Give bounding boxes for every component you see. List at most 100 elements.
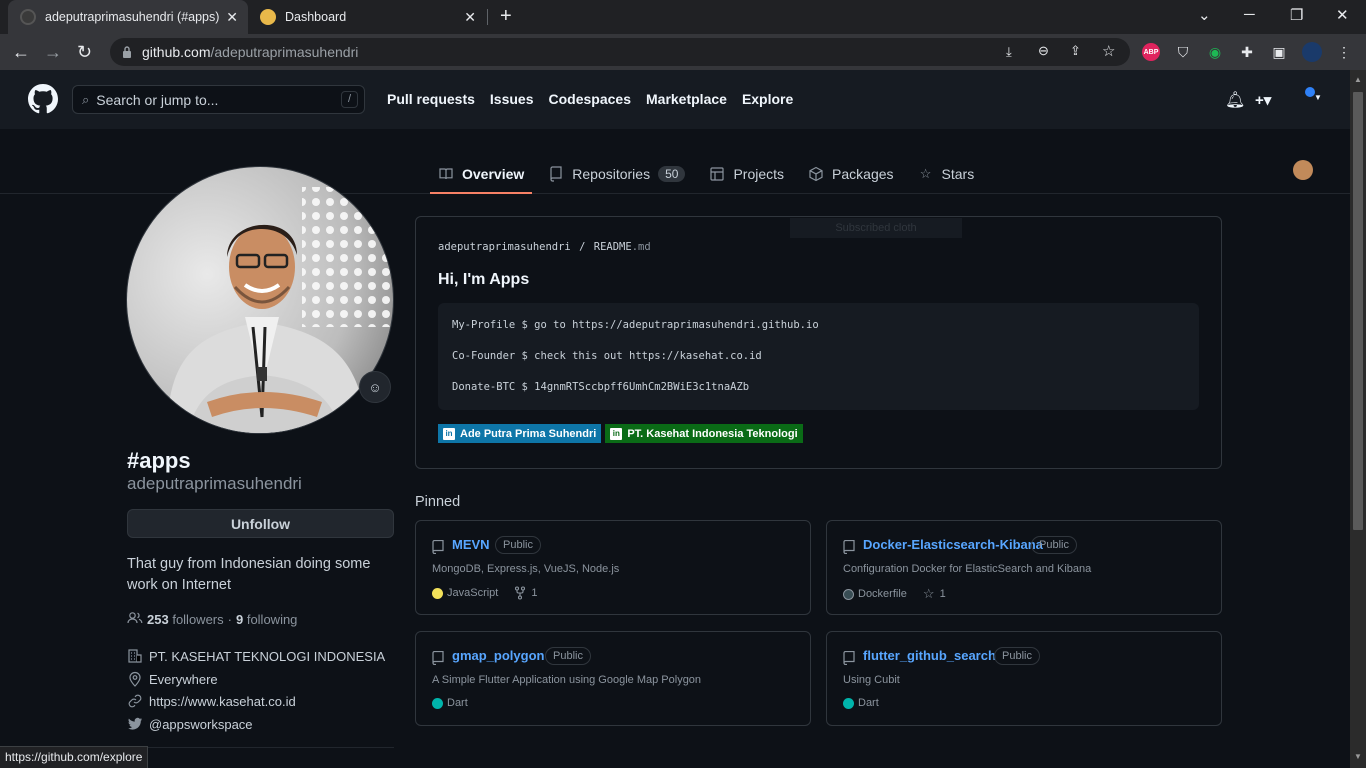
linkedin-icon: in	[443, 427, 455, 440]
organization-icon	[127, 648, 143, 664]
nav-explore[interactable]: Explore	[742, 91, 793, 107]
twitter-link[interactable]: @appsworkspace	[149, 717, 253, 732]
repo-language: JavaScript	[447, 587, 499, 599]
tab-label: Repositories	[572, 166, 651, 182]
following-link[interactable]: 9 following	[236, 612, 297, 627]
browser-tab-active[interactable]: adeputraprimasuhendri (#apps) ✕	[8, 0, 248, 34]
tab-projects[interactable]: Projects	[701, 155, 792, 193]
close-tab-icon[interactable]: ✕	[226, 9, 238, 26]
readme-file-link[interactable]: README.md	[594, 241, 651, 253]
visibility-badge: Public	[994, 647, 1040, 665]
repo-meta: Dockerfile ☆ 1	[843, 586, 946, 602]
profile-avatar-photo[interactable]	[126, 166, 394, 434]
profile-login: adeputraprimasuhendri	[127, 474, 302, 493]
tab-stars[interactable]: ☆ Stars	[910, 155, 983, 193]
pinned-repo-card: flutter_github_search Public Using Cubit…	[826, 631, 1222, 726]
repo-language: Dockerfile	[858, 588, 907, 600]
visibility-badge: Public	[495, 536, 541, 554]
page-scrollbar[interactable]: ▲ ▼	[1350, 70, 1366, 768]
user-menu-avatar[interactable]	[1293, 160, 1313, 180]
back-icon[interactable]: ←	[12, 42, 30, 63]
browser-tab[interactable]: Dashboard ✕	[248, 0, 488, 34]
github-logo-icon[interactable]	[28, 84, 58, 114]
puzzle-icon[interactable]: ✚	[1237, 42, 1257, 62]
scroll-up-icon[interactable]: ▲	[1354, 75, 1362, 84]
plus-dropdown-icon[interactable]: +▾	[1255, 91, 1271, 109]
scroll-down-icon[interactable]: ▼	[1354, 752, 1362, 761]
sidebar-divider	[127, 747, 394, 748]
close-tab-icon[interactable]: ✕	[464, 9, 476, 26]
twitter-icon	[127, 716, 143, 732]
profile-photo-image	[127, 167, 393, 433]
repo-icon	[843, 540, 855, 554]
readme-owner-link[interactable]: adeputraprimasuhendri	[438, 241, 571, 253]
address-host: github.com	[142, 44, 211, 60]
linkedin-icon: in	[610, 427, 623, 440]
forward-icon[interactable]: →	[44, 42, 62, 63]
code-line: Co-Founder $ check this out https://kase…	[452, 350, 762, 362]
vcard-location: Everywhere	[127, 671, 218, 687]
vcard-company: PT. KASEHAT TEKNOLOGI INDONESIA	[127, 648, 385, 664]
restore-icon[interactable]: ❐	[1290, 6, 1303, 24]
vcard-twitter: @appsworkspace	[127, 716, 253, 732]
zoom-icon[interactable]: ⊖	[1038, 43, 1049, 59]
nav-codespaces[interactable]: Codespaces	[549, 91, 631, 107]
lock-icon	[123, 46, 131, 58]
vpn-icon[interactable]: ◉	[1205, 42, 1225, 62]
shield-icon[interactable]: ⛉	[1173, 42, 1193, 62]
follow-stats: 253 followers · 9 following	[127, 611, 297, 628]
repo-meta: JavaScript 1	[432, 586, 537, 600]
close-window-icon[interactable]: ✕	[1336, 6, 1349, 24]
badge-text: Ade Putra Prima Suhendri	[460, 427, 597, 440]
location-icon	[127, 671, 143, 687]
chevron-down-icon[interactable]: ▼	[1314, 93, 1322, 102]
bookmark-star-icon[interactable]: ☆	[1102, 42, 1115, 60]
repo-name-link[interactable]: MEVN	[452, 537, 490, 552]
profile-name: #apps	[127, 448, 191, 473]
abp-icon[interactable]: ABP	[1142, 43, 1160, 61]
star-count: 1	[939, 588, 946, 600]
tab-repositories[interactable]: Repositories 50	[540, 155, 693, 193]
tab-search-icon[interactable]: ⌄	[1198, 6, 1211, 24]
search-input[interactable]: ⌕ Search or jump to... /	[72, 85, 365, 114]
code-line: Donate-BTC $ 14gnmRTSccbpff6UmhCm2BWiE3c…	[452, 381, 750, 393]
install-icon[interactable]: ⤓	[1006, 44, 1012, 60]
nav-issues[interactable]: Issues	[490, 91, 534, 107]
pinned-repo-card: MEVN Public MongoDB, Express.js, VueJS, …	[415, 520, 811, 615]
repo-description: Using Cubit	[843, 674, 900, 686]
side-panel-icon[interactable]: ▣	[1269, 42, 1289, 62]
repo-language: Dart	[858, 697, 879, 709]
menu-kebab-icon[interactable]: ⋮	[1334, 42, 1354, 62]
scrollbar-thumb[interactable]	[1353, 92, 1363, 530]
pinned-heading: Pinned	[415, 494, 461, 510]
unfollow-button[interactable]: Unfollow	[127, 509, 394, 538]
new-tab-icon[interactable]: +	[500, 5, 512, 28]
fork-icon	[515, 586, 526, 600]
address-bar[interactable]: github.com/adeputraprimasuhendri ⤓ ⊖ ⇪ ☆	[110, 38, 1130, 66]
stars-link[interactable]: ☆ 1	[923, 586, 946, 602]
linkedin-badge-personal[interactable]: in Ade Putra Prima Suhendri	[438, 424, 602, 443]
profile-avatar[interactable]	[1302, 42, 1322, 62]
readme-file-name: README	[593, 241, 632, 253]
package-icon	[808, 166, 824, 182]
minimize-icon[interactable]: ─	[1244, 6, 1255, 23]
link-status-bar: https://github.com/explore	[0, 746, 149, 768]
tab-label: Projects	[733, 166, 785, 182]
linkedin-badge-company[interactable]: in PT. Kasehat Indonesia Teknologi	[605, 424, 803, 443]
nav-marketplace[interactable]: Marketplace	[646, 91, 727, 107]
repo-name-link[interactable]: Docker-Elasticsearch-Kibana	[863, 537, 1043, 552]
tab-packages[interactable]: Packages	[800, 155, 901, 193]
followers-link[interactable]: 253 followers	[147, 612, 224, 627]
reload-icon[interactable]: ↻	[77, 42, 92, 63]
nav-pull-requests[interactable]: Pull requests	[387, 91, 475, 107]
repo-name-link[interactable]: gmap_polygon	[452, 648, 544, 663]
share-icon[interactable]: ⇪	[1070, 43, 1081, 59]
forks-link[interactable]: 1	[514, 586, 537, 600]
tab-overview[interactable]: Overview	[430, 155, 533, 194]
pinned-repo-card: Docker-Elasticsearch-Kibana Public Confi…	[826, 520, 1222, 615]
tab-label: Overview	[462, 166, 525, 182]
bell-icon[interactable]: 🔔︎	[1225, 90, 1245, 110]
repo-name-link[interactable]: flutter_github_search	[863, 648, 996, 663]
set-status-button[interactable]: ☺	[359, 371, 391, 403]
website-link[interactable]: https://www.kasehat.co.id	[149, 694, 296, 709]
